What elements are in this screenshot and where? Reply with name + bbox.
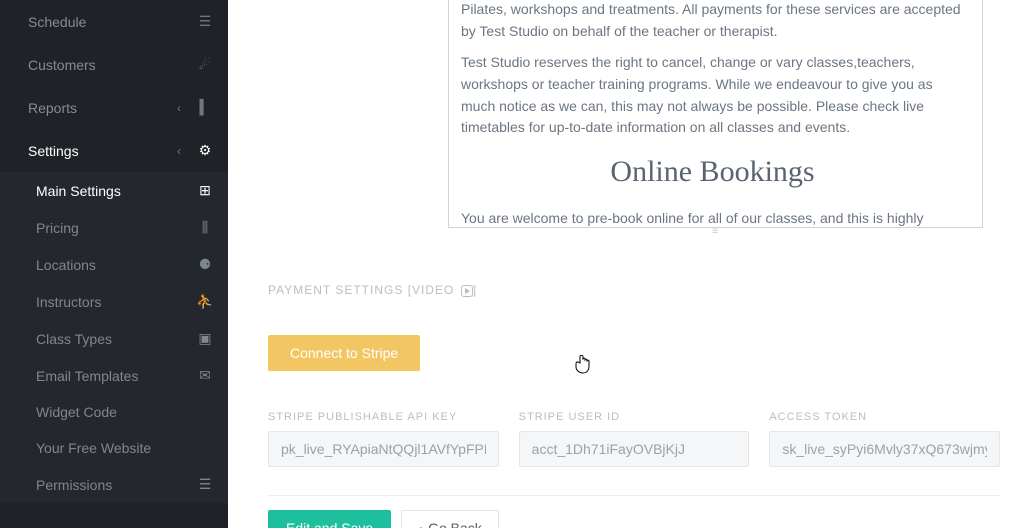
envelope-icon: ✉ bbox=[196, 367, 214, 384]
terms-paragraph: Pilates, workshops and treatments. All p… bbox=[461, 0, 964, 42]
nav-item-schedule[interactable]: Schedule ☰ bbox=[0, 0, 228, 43]
pricing-icon: ⫼ bbox=[196, 219, 214, 236]
subnav-item-locations[interactable]: Locations⚈ bbox=[0, 246, 228, 283]
subnav-item-instructors[interactable]: Instructors⛹ bbox=[0, 283, 228, 320]
terms-textarea[interactable]: Pilates, workshops and treatments. All p… bbox=[448, 0, 983, 228]
nav-label: Settings bbox=[28, 143, 172, 159]
go-back-button[interactable]: ‹ Go Back bbox=[401, 510, 499, 528]
calendar-icon: ☰ bbox=[196, 13, 214, 30]
subnav-label: Permissions bbox=[36, 477, 196, 493]
video-play-icon[interactable] bbox=[461, 285, 473, 297]
main-content: Pilates, workshops and treatments. All p… bbox=[228, 0, 1024, 528]
terms-paragraph: You are welcome to pre-book online for a… bbox=[461, 208, 964, 228]
action-buttons: Edit and Save ‹ Go Back bbox=[268, 510, 1000, 528]
divider bbox=[268, 495, 1000, 496]
user-id-input[interactable] bbox=[519, 431, 750, 467]
nav-item-settings[interactable]: Settings‹ ⚙ bbox=[0, 129, 228, 172]
subnav-label: Email Templates bbox=[36, 368, 196, 384]
subnav-item-email-templates[interactable]: Email Templates✉ bbox=[0, 357, 228, 394]
chevron-left-icon: ‹ bbox=[418, 522, 422, 528]
nav-label: Customers bbox=[28, 57, 172, 73]
chevron-left-icon: ‹ bbox=[172, 101, 186, 115]
plus-box-icon: ⊞ bbox=[196, 182, 214, 199]
terms-paragraph: Test Studio reserves the right to cancel… bbox=[461, 52, 964, 139]
subnav-label: Main Settings bbox=[36, 183, 196, 199]
subnav-label: Pricing bbox=[36, 220, 196, 236]
nav-label: Reports bbox=[28, 100, 172, 116]
connect-to-stripe-button[interactable]: Connect to Stripe bbox=[268, 335, 420, 371]
subnav-item-pricing[interactable]: Pricing⫼ bbox=[0, 209, 228, 246]
subnav-item-widget-code[interactable]: Widget Code bbox=[0, 394, 228, 430]
image-icon: ▣ bbox=[196, 330, 214, 347]
subnav-label: Instructors bbox=[36, 294, 196, 310]
subnav-label: Class Types bbox=[36, 331, 196, 347]
api-key-input[interactable] bbox=[268, 431, 499, 467]
user-id-label: STRIPE USER ID bbox=[519, 411, 750, 423]
list-icon: ☰ bbox=[196, 476, 214, 493]
stripe-fields-row: STRIPE PUBLISHABLE API KEY STRIPE USER I… bbox=[268, 411, 1000, 467]
subnav-label: Locations bbox=[36, 257, 196, 273]
terms-heading: Online Bookings bbox=[461, 149, 964, 196]
subnav-item-class-types[interactable]: Class Types▣ bbox=[0, 320, 228, 357]
api-key-label: STRIPE PUBLISHABLE API KEY bbox=[268, 411, 499, 423]
token-label: ACCESS TOKEN bbox=[769, 411, 1000, 423]
nav-item-customers[interactable]: Customers ☄ bbox=[0, 43, 228, 86]
token-input[interactable] bbox=[769, 431, 1000, 467]
nav-label: Schedule bbox=[28, 14, 172, 30]
subnav-label: Widget Code bbox=[36, 404, 196, 420]
person-icon: ⛹ bbox=[196, 293, 214, 310]
chevron-left-icon: ‹ bbox=[172, 144, 186, 158]
pin-icon: ⚈ bbox=[196, 256, 214, 273]
edit-and-save-button[interactable]: Edit and Save bbox=[268, 510, 391, 528]
nav-item-reports[interactable]: Reports‹ ▍ bbox=[0, 86, 228, 129]
payment-settings-header: PAYMENT SETTINGS [VIDEO ] bbox=[268, 283, 1000, 297]
subnav-label: Your Free Website bbox=[36, 440, 196, 456]
file-icon: ▍ bbox=[196, 99, 214, 116]
sidebar: Schedule☰Customers☄Reports‹▍Settings‹⚙ M… bbox=[0, 0, 228, 528]
customers-icon: ☄ bbox=[196, 56, 214, 73]
gear-icon: ⚙ bbox=[196, 142, 214, 159]
subnav-item-main-settings[interactable]: Main Settings⊞ bbox=[0, 172, 228, 209]
subnav-item-your-free-website[interactable]: Your Free Website bbox=[0, 430, 228, 466]
subnav-item-permissions[interactable]: Permissions☰ bbox=[0, 466, 228, 503]
